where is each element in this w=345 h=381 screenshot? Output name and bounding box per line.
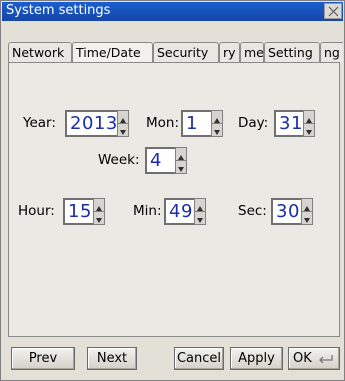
spin-up-icon[interactable] bbox=[118, 111, 128, 124]
spin-down-icon[interactable] bbox=[304, 124, 314, 136]
week-spin-arrows[interactable] bbox=[175, 147, 187, 174]
cancel-button[interactable]: Cancel bbox=[174, 347, 224, 370]
year-label: Year: bbox=[23, 115, 56, 131]
tab-label: Setting bbox=[268, 45, 313, 60]
tab-me[interactable]: me bbox=[240, 42, 264, 63]
year-spinbox[interactable]: 2013 bbox=[65, 110, 129, 137]
min-value: 49 bbox=[169, 201, 193, 222]
cancel-label: Cancel bbox=[176, 351, 222, 366]
next-label: Next bbox=[96, 351, 128, 366]
tab-time-date[interactable]: Time/Date bbox=[72, 42, 153, 63]
tab-setting[interactable]: Setting bbox=[264, 42, 320, 63]
day-spinbox[interactable]: 31 bbox=[274, 110, 315, 137]
tab-network[interactable]: Network bbox=[8, 42, 72, 63]
tab-bar: Network Time/Date Security ry me Setting… bbox=[8, 42, 343, 63]
week-label: Week: bbox=[98, 152, 140, 168]
close-icon bbox=[328, 6, 339, 17]
sec-label: Sec: bbox=[238, 203, 267, 219]
year-value: 2013 bbox=[70, 113, 118, 134]
sec-value: 30 bbox=[276, 201, 300, 222]
tab-ry[interactable]: ry bbox=[219, 42, 240, 63]
week-spinbox[interactable]: 4 bbox=[145, 147, 187, 174]
spin-up-icon[interactable] bbox=[212, 111, 222, 124]
prev-label: Prev bbox=[28, 351, 58, 366]
min-label: Min: bbox=[133, 203, 162, 219]
apply-label: Apply bbox=[238, 351, 275, 366]
sec-spinbox[interactable]: 30 bbox=[271, 198, 313, 225]
mon-value: 1 bbox=[186, 113, 198, 134]
hour-label: Hour: bbox=[18, 203, 55, 219]
title-bar[interactable]: System settings bbox=[2, 2, 343, 21]
mon-spin-arrows[interactable] bbox=[211, 110, 223, 137]
ok-button[interactable]: OK bbox=[288, 347, 340, 370]
window-title: System settings bbox=[6, 3, 111, 18]
spin-down-icon[interactable] bbox=[94, 212, 104, 224]
day-spin-arrows[interactable] bbox=[303, 110, 315, 137]
spin-down-icon[interactable] bbox=[118, 124, 128, 136]
tab-security[interactable]: Security bbox=[153, 42, 219, 63]
tab-ng[interactable]: ng bbox=[320, 42, 343, 63]
tab-label: Time/Date bbox=[76, 45, 141, 60]
tab-label: Security bbox=[157, 45, 209, 60]
day-value: 31 bbox=[279, 113, 303, 134]
tab-label: ry bbox=[223, 45, 236, 60]
settings-window: System settings Network Time/Date Securi… bbox=[0, 0, 345, 381]
tab-label: Network bbox=[12, 45, 65, 60]
spin-up-icon[interactable] bbox=[304, 111, 314, 124]
sec-spin-arrows[interactable] bbox=[301, 198, 313, 225]
spin-down-icon[interactable] bbox=[176, 161, 186, 173]
tab-label: me bbox=[244, 45, 264, 60]
min-spin-arrows[interactable] bbox=[194, 198, 206, 225]
hour-value: 15 bbox=[68, 201, 92, 222]
spin-up-icon[interactable] bbox=[195, 199, 205, 212]
day-label: Day: bbox=[238, 115, 269, 131]
time-date-panel: Year: 2013 Mon: 1 Day: 31 Week: 4 Hour: … bbox=[8, 62, 340, 337]
spin-down-icon[interactable] bbox=[302, 212, 312, 224]
enter-key-icon bbox=[319, 355, 333, 364]
close-button[interactable] bbox=[324, 3, 342, 19]
prev-button[interactable]: Prev bbox=[11, 347, 75, 370]
apply-button[interactable]: Apply bbox=[230, 347, 283, 370]
min-spinbox[interactable]: 49 bbox=[164, 198, 206, 225]
ok-label: OK bbox=[293, 351, 312, 366]
mon-spinbox[interactable]: 1 bbox=[181, 110, 223, 137]
hour-spin-arrows[interactable] bbox=[93, 198, 105, 225]
week-value: 4 bbox=[150, 150, 162, 171]
hour-spinbox[interactable]: 15 bbox=[63, 198, 105, 225]
spin-down-icon[interactable] bbox=[195, 212, 205, 224]
spin-up-icon[interactable] bbox=[94, 199, 104, 212]
next-button[interactable]: Next bbox=[87, 347, 137, 370]
spin-down-icon[interactable] bbox=[212, 124, 222, 136]
mon-label: Mon: bbox=[146, 115, 180, 131]
tab-label: ng bbox=[324, 45, 340, 60]
spin-up-icon[interactable] bbox=[176, 148, 186, 161]
spin-up-icon[interactable] bbox=[302, 199, 312, 212]
year-spin-arrows[interactable] bbox=[117, 110, 129, 137]
